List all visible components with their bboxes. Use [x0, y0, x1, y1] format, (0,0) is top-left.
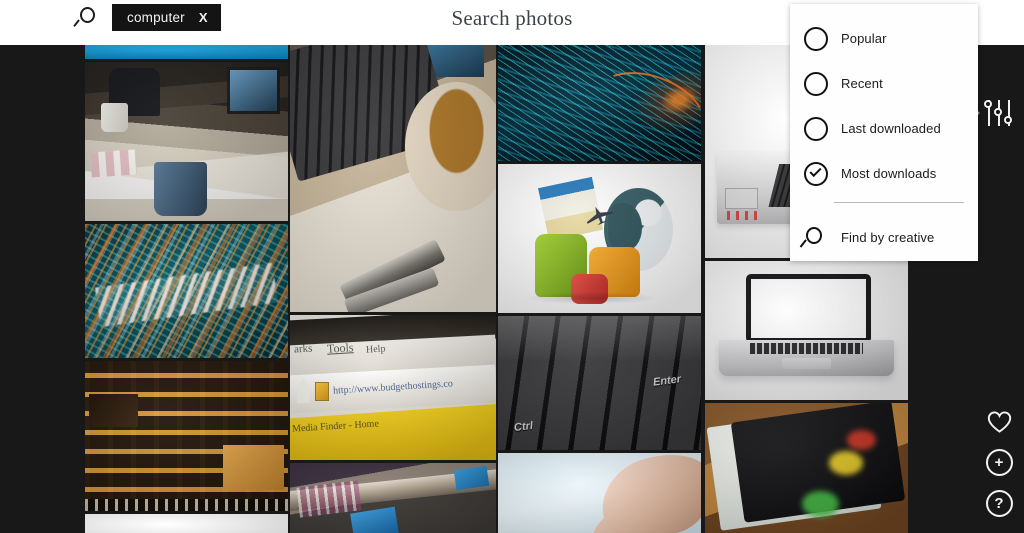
sort-option-label: Popular	[841, 31, 887, 46]
radio-empty-icon	[804, 116, 828, 141]
photo-thumbnail[interactable]	[290, 45, 496, 312]
find-by-creative-label: Find by creative	[841, 230, 935, 245]
radio-empty-icon	[804, 71, 828, 96]
photo-art-hand-tablet	[498, 453, 701, 533]
radio-empty-icon	[804, 26, 828, 51]
add-button[interactable]: +	[985, 449, 1013, 476]
photo-thumbnail[interactable]	[705, 403, 908, 533]
right-action-bar: + ?	[982, 408, 1016, 517]
photo-art-keyboard-keys: Enter Ctrl	[498, 316, 701, 450]
photo-art-laptop-coffee	[290, 45, 496, 312]
photo-art-circuit-board-orange	[85, 361, 288, 511]
favorite-button[interactable]	[986, 408, 1013, 435]
photo-art-circuit-board-teal	[85, 224, 288, 358]
photo-art-network-cables	[290, 463, 496, 533]
photo-art-travel-luggage	[498, 164, 701, 313]
browser-menu-text-2: Tools	[326, 340, 354, 356]
sort-option-label: Last downloaded	[841, 121, 941, 136]
photo-thumbnail[interactable]	[498, 164, 701, 313]
find-by-creative-item[interactable]: Find by creative	[790, 215, 978, 260]
browser-menu-text-3: Help	[365, 343, 386, 356]
photo-thumbnail[interactable]	[498, 453, 701, 533]
photo-art-tablet-on-book	[705, 403, 908, 533]
menu-divider	[834, 202, 964, 203]
keyboard-key-enter: Enter	[651, 373, 682, 389]
photo-art-blue-strip	[85, 45, 288, 59]
plus-icon: +	[994, 454, 1004, 471]
photo-art-browser-window: arks Tools Help http://www.budgethosting…	[290, 315, 496, 460]
photo-art-blank-white	[85, 514, 288, 533]
photo-thumbnail[interactable]	[85, 514, 288, 533]
photo-thumbnail[interactable]: arks Tools Help http://www.budgethosting…	[290, 315, 496, 460]
sort-option-label: Most downloads	[841, 166, 937, 181]
help-button[interactable]: ?	[985, 490, 1013, 517]
photo-art-macbook	[705, 261, 908, 400]
photo-art-fiber-optics	[498, 45, 701, 161]
search-icon	[799, 226, 828, 250]
sort-option-recent[interactable]: Recent	[790, 61, 978, 106]
photo-thumbnail[interactable]	[498, 45, 701, 161]
photo-thumbnail[interactable]: Enter Ctrl	[498, 316, 701, 450]
radio-check-icon	[804, 161, 828, 186]
sort-option-last-downloaded[interactable]: Last downloaded	[790, 106, 978, 151]
photo-thumbnail[interactable]	[705, 261, 908, 400]
photo-thumbnail[interactable]	[85, 361, 288, 511]
sort-dropdown-menu: Popular Recent Last downloaded Most down…	[790, 4, 978, 261]
sliders-icon[interactable]	[984, 98, 1014, 130]
photo-thumbnail[interactable]	[85, 224, 288, 358]
photo-art-messy-desk	[85, 62, 288, 221]
photo-column-1	[85, 45, 288, 533]
question-icon: ?	[994, 495, 1004, 512]
photo-column-3: Enter Ctrl	[498, 45, 701, 533]
photo-column-2: arks Tools Help http://www.budgethosting…	[290, 45, 496, 533]
photo-thumbnail[interactable]	[85, 62, 288, 221]
heart-icon	[987, 411, 1011, 433]
sort-option-label: Recent	[841, 76, 883, 91]
sort-option-most-downloads[interactable]: Most downloads	[790, 151, 978, 196]
sort-option-popular[interactable]: Popular	[790, 16, 978, 61]
photo-thumbnail[interactable]	[290, 463, 496, 533]
search-photos-app: arks Tools Help http://www.budgethosting…	[0, 0, 1024, 533]
photo-thumbnail[interactable]	[85, 45, 288, 59]
keyboard-key-ctrl: Ctrl	[513, 419, 534, 434]
browser-menu-text-1: arks	[293, 341, 313, 356]
